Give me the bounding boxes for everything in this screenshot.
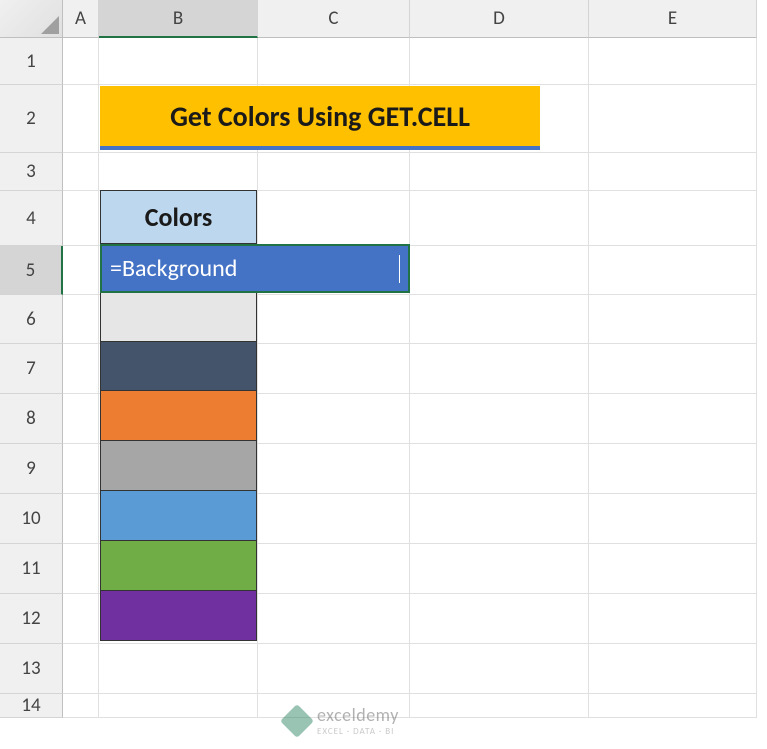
title-banner: Get Colors Using GET.CELL	[100, 86, 540, 150]
cell-c4[interactable]	[258, 191, 410, 246]
cell-d9[interactable]	[410, 444, 589, 494]
row-header-9[interactable]: 9	[0, 444, 63, 494]
cell-a9[interactable]	[63, 444, 99, 494]
row-header-8[interactable]: 8	[0, 394, 63, 444]
cell-b13[interactable]	[99, 644, 258, 694]
cell-c12[interactable]	[258, 594, 410, 644]
row-header-10[interactable]: 10	[0, 494, 63, 544]
cell-d14[interactable]	[410, 694, 589, 718]
cell-d7[interactable]	[410, 344, 589, 394]
color-swatch-row12[interactable]	[100, 591, 257, 641]
cell-e2[interactable]	[589, 85, 757, 153]
cell-d10[interactable]	[410, 494, 589, 544]
cell-e12[interactable]	[589, 594, 757, 644]
row-header-11[interactable]: 11	[0, 544, 63, 594]
color-swatch-row11[interactable]	[100, 541, 257, 591]
color-swatch-row10[interactable]	[100, 491, 257, 541]
cell-a14[interactable]	[63, 694, 99, 718]
cell-b14[interactable]	[99, 694, 258, 718]
cell-a6[interactable]	[63, 295, 99, 344]
cell-c6[interactable]	[258, 295, 410, 344]
cell-a5[interactable]	[63, 246, 99, 295]
cell-c9[interactable]	[258, 444, 410, 494]
cell-e6[interactable]	[589, 295, 757, 344]
row-header-13[interactable]: 13	[0, 644, 63, 694]
row-header-7[interactable]: 7	[0, 344, 63, 394]
color-swatch-row7[interactable]	[100, 342, 257, 391]
color-swatch-row9[interactable]	[100, 441, 257, 491]
cell-e5[interactable]	[589, 246, 757, 295]
table-header-colors: Colors	[100, 190, 257, 244]
cell-b1[interactable]	[99, 38, 258, 85]
row-header-6[interactable]: 6	[0, 295, 63, 344]
col-header-e[interactable]: E	[589, 0, 757, 38]
cell-c1[interactable]	[258, 38, 410, 85]
cell-c10[interactable]	[258, 494, 410, 544]
row-header-12[interactable]: 12	[0, 594, 63, 644]
cell-e10[interactable]	[589, 494, 757, 544]
cell-a11[interactable]	[63, 544, 99, 594]
cell-d13[interactable]	[410, 644, 589, 694]
cell-d12[interactable]	[410, 594, 589, 644]
cell-a2[interactable]	[63, 85, 99, 153]
row-header-5[interactable]: 5	[0, 246, 63, 295]
active-cell-formula[interactable]: =Background	[100, 244, 410, 293]
cell-e13[interactable]	[589, 644, 757, 694]
cell-d3[interactable]	[410, 153, 589, 191]
watermark-logo-icon	[280, 704, 314, 738]
cell-e3[interactable]	[589, 153, 757, 191]
row-header-2[interactable]: 2	[0, 85, 63, 153]
select-all-corner[interactable]	[0, 0, 63, 38]
cell-d8[interactable]	[410, 394, 589, 444]
cell-e7[interactable]	[589, 344, 757, 394]
watermark: exceldemy EXCEL · DATA · BI	[285, 704, 399, 737]
cell-a7[interactable]	[63, 344, 99, 394]
cell-e1[interactable]	[589, 38, 757, 85]
row-header-3[interactable]: 3	[0, 153, 63, 191]
row-header-4[interactable]: 4	[0, 191, 63, 246]
cell-c13[interactable]	[258, 644, 410, 694]
cell-e4[interactable]	[589, 191, 757, 246]
cell-c7[interactable]	[258, 344, 410, 394]
col-header-c[interactable]: C	[258, 0, 410, 38]
cell-a1[interactable]	[63, 38, 99, 85]
col-header-d[interactable]: D	[410, 0, 589, 38]
col-header-b[interactable]: B	[99, 0, 258, 38]
watermark-main: exceldemy	[317, 704, 399, 726]
cell-a10[interactable]	[63, 494, 99, 544]
cell-e14[interactable]	[589, 694, 757, 718]
cell-d11[interactable]	[410, 544, 589, 594]
cell-d4[interactable]	[410, 191, 589, 246]
cell-c8[interactable]	[258, 394, 410, 444]
cell-e11[interactable]	[589, 544, 757, 594]
cell-e9[interactable]	[589, 444, 757, 494]
color-swatch-row8[interactable]	[100, 391, 257, 441]
cell-d6[interactable]	[410, 295, 589, 344]
cell-d1[interactable]	[410, 38, 589, 85]
cell-a8[interactable]	[63, 394, 99, 444]
col-header-a[interactable]: A	[63, 0, 99, 38]
cell-c3[interactable]	[258, 153, 410, 191]
cell-b3[interactable]	[99, 153, 258, 191]
cell-d5[interactable]	[410, 246, 589, 295]
cell-c11[interactable]	[258, 544, 410, 594]
cell-a3[interactable]	[63, 153, 99, 191]
cell-a13[interactable]	[63, 644, 99, 694]
watermark-sub: EXCEL · DATA · BI	[317, 726, 399, 737]
color-swatch-row6[interactable]	[100, 293, 257, 342]
cell-e8[interactable]	[589, 394, 757, 444]
row-header-1[interactable]: 1	[0, 38, 63, 85]
cell-a4[interactable]	[63, 191, 99, 246]
cell-a12[interactable]	[63, 594, 99, 644]
row-header-14[interactable]: 14	[0, 694, 63, 718]
